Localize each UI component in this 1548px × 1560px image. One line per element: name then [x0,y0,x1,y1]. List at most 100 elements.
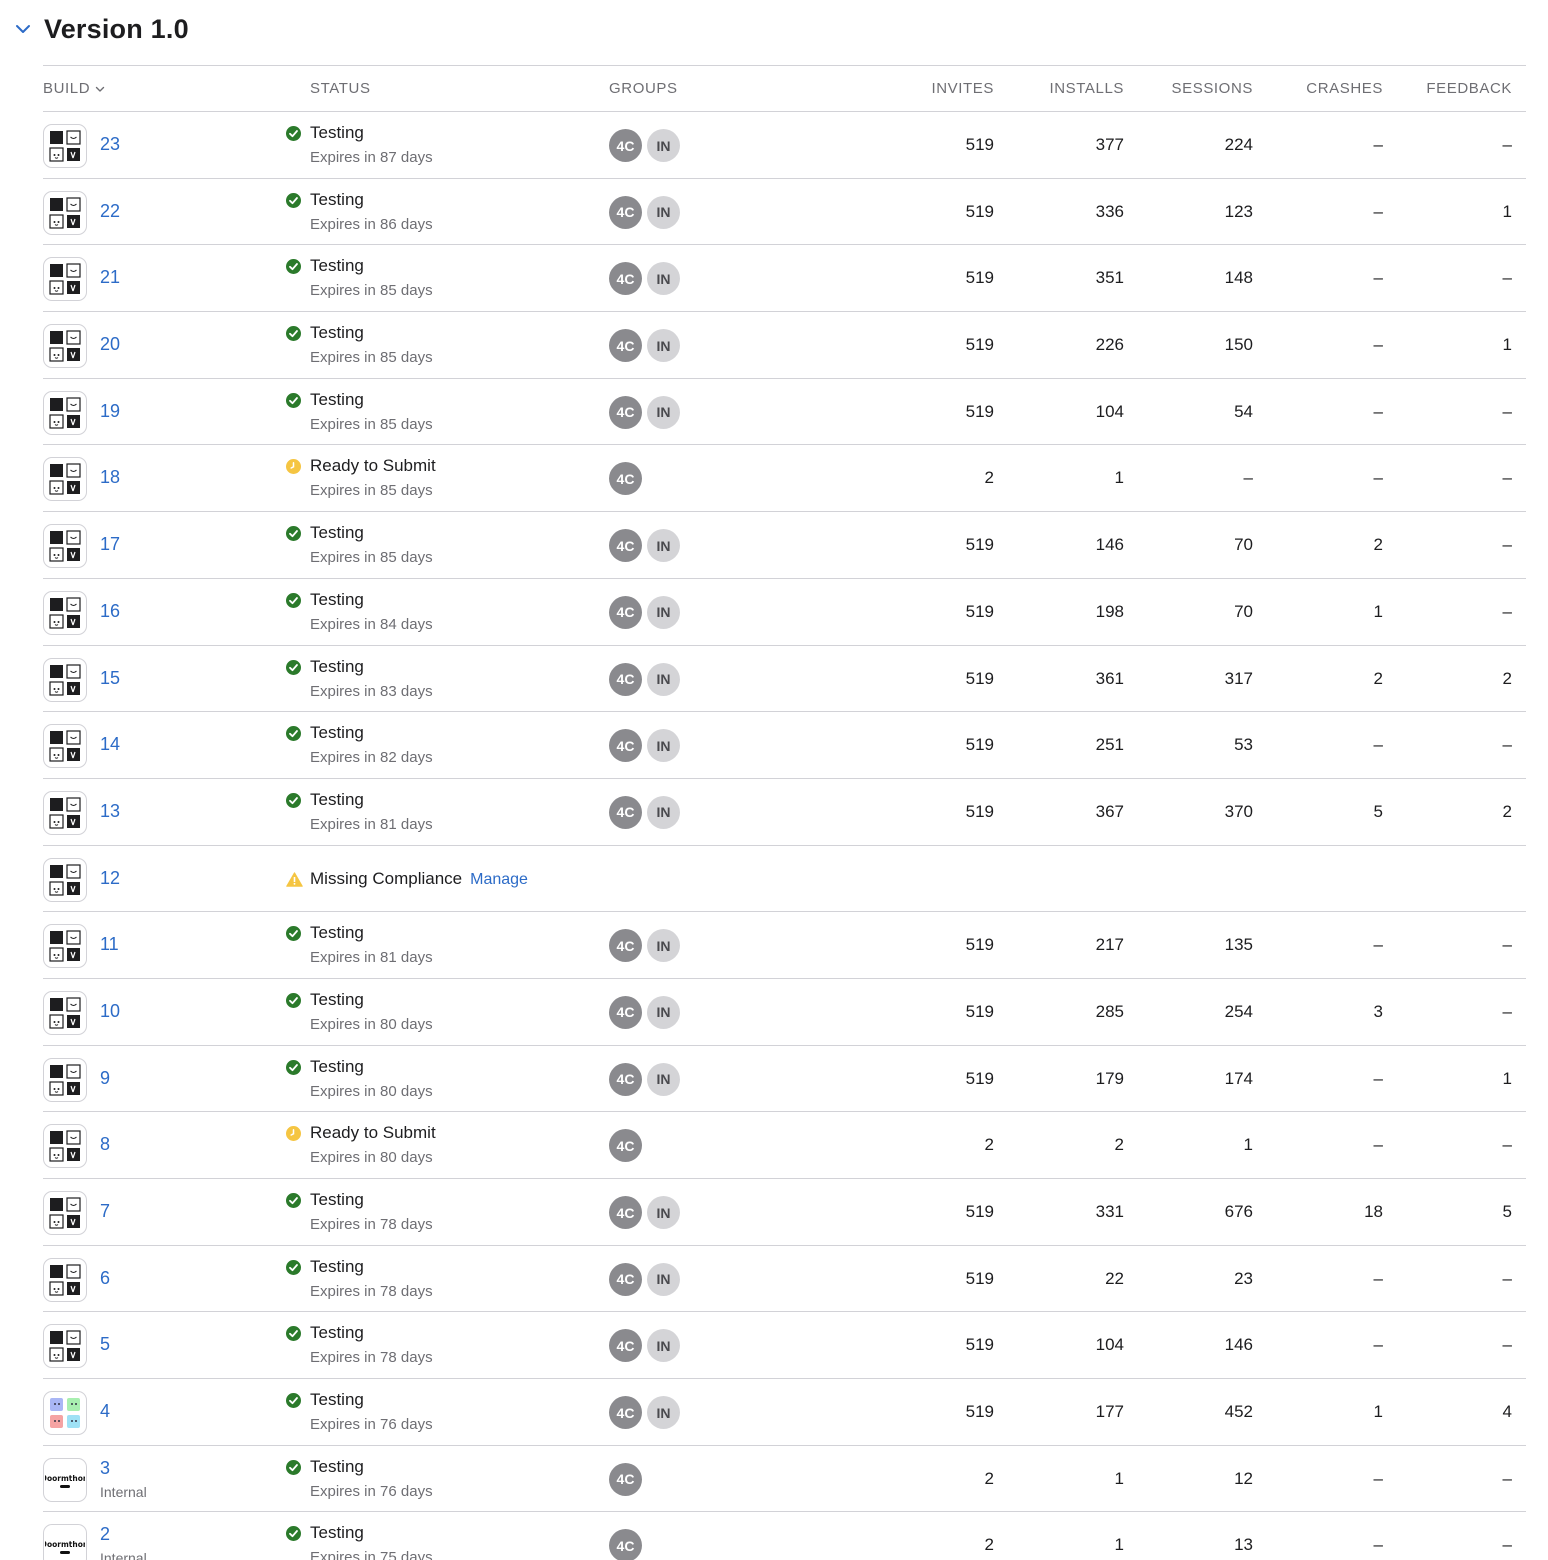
build-number-link[interactable]: 12 [100,868,120,889]
group-badge[interactable]: IN [647,395,680,429]
table-row[interactable]: 18 Ready to Submit Expires in 85 days 4C 2 1 –… [43,445,1526,513]
group-badge[interactable]: 4C [609,529,642,563]
build-number-link[interactable]: 22 [100,201,120,222]
table-row[interactable]: 17 Testing Expires in 85 days 4C IN 519 146 70 2… [43,512,1526,579]
table-row[interactable]: 19 Testing Expires in 85 days 4C IN 519 104 54 –… [43,379,1526,446]
table-row[interactable]: 21 Testing Expires in 85 days 4C IN 519 351 148… [43,245,1526,313]
group-badge[interactable]: 4C [609,195,642,229]
table-row[interactable]: 23 Testing Expires in 87 days 4C IN 519 377 224… [43,112,1526,179]
build-number-link[interactable]: 18 [100,467,120,488]
group-badge[interactable]: 4C [609,1262,642,1296]
table-row[interactable]: 5 Testing Expires in 78 days 4C IN 519 104 146 –… [43,1312,1526,1380]
build-number-link[interactable]: 11 [100,934,119,955]
group-badge[interactable]: 4C [609,795,642,829]
group-badge[interactable]: 4C [609,262,642,296]
group-badge[interactable]: IN [647,662,680,696]
status-label: Testing [310,323,364,343]
build-number-link[interactable]: 19 [100,401,120,422]
table-row[interactable]: 8 Ready to Submit Expires in 80 days 4C 2 2 1 –… [43,1112,1526,1179]
build-number-link[interactable]: 3 [100,1458,110,1479]
crashes-value: 1 [1373,601,1383,621]
group-badge[interactable]: IN [647,195,680,229]
build-number-link[interactable]: 10 [100,1001,120,1022]
table-row[interactable]: 13 Testing Expires in 81 days 4C IN 519 367 370… [43,779,1526,846]
app-icon-mono [43,1124,87,1169]
group-badge[interactable]: IN [647,262,680,296]
build-number-link[interactable]: 4 [100,1401,110,1422]
table-row[interactable]: 16 Testing Expires in 84 days 4C IN 519 198 70 1… [43,579,1526,646]
table-row[interactable]: 9oormthon 2 Internal Testing Expires in 75 d… [43,1512,1526,1560]
group-badge[interactable]: IN [647,129,680,162]
group-badge[interactable]: 4C [609,1529,642,1560]
build-number-link[interactable]: 17 [100,534,120,555]
installs-value: 336 [1095,201,1124,221]
group-badge[interactable]: IN [647,1329,680,1363]
group-badge[interactable]: 4C [609,1129,642,1163]
manage-compliance-link[interactable]: Manage [470,871,528,888]
version-section-header[interactable]: Version 1.0 [14,10,189,48]
group-badge[interactable]: 4C [609,462,642,496]
group-badge[interactable]: IN [647,1196,680,1229]
table-row[interactable]: 6 Testing Expires in 78 days 4C IN 519 22 23 – – [43,1246,1526,1313]
group-badge[interactable]: IN [647,995,680,1029]
group-badge[interactable]: 4C [609,1196,642,1229]
group-badge[interactable]: 4C [609,595,642,629]
group-badge[interactable]: IN [647,1396,680,1430]
table-row[interactable]: 7 Testing Expires in 78 days 4C IN 519 331 676 1… [43,1179,1526,1246]
build-number-link[interactable]: 16 [100,601,120,622]
table-row[interactable]: 22 Testing Expires in 86 days 4C IN 519 336 123… [43,179,1526,246]
build-number-link[interactable]: 21 [100,267,120,288]
table-row[interactable]: 9oormthon 3 Internal Testing Expires in 76 d… [43,1446,1526,1513]
group-badges: 4C IN [609,1062,680,1096]
column-header-sessions: SESSIONS [1171,80,1253,97]
group-badge[interactable]: 4C [609,1396,642,1430]
group-badge[interactable]: 4C [609,929,642,963]
table-row[interactable]: 20 Testing Expires in 85 days 4C IN 519 226 150… [43,312,1526,379]
build-number-link[interactable]: 9 [100,1068,110,1089]
group-badge[interactable]: 4C [609,995,642,1029]
build-number-link[interactable]: 14 [100,734,120,755]
group-badge[interactable]: 4C [609,329,642,363]
table-row[interactable]: 4 Testing Expires in 76 days 4C IN 519 177 452 1… [43,1379,1526,1446]
table-row[interactable]: 9 Testing Expires in 80 days 4C IN 519 179 174 –… [43,1046,1526,1113]
build-number-link[interactable]: 23 [100,134,120,155]
feedback-value: – [1502,401,1512,421]
table-row[interactable]: 15 Testing Expires in 83 days 4C IN 519 361 317… [43,646,1526,713]
chevron-down-icon [16,25,30,33]
column-header-build[interactable]: BUILD [43,66,106,112]
build-number-link[interactable]: 6 [100,1268,110,1289]
table-row[interactable]: 14 Testing Expires in 82 days 4C IN 519 251 53 –… [43,712,1526,779]
build-number-link[interactable]: 5 [100,1334,110,1355]
build-number-link[interactable]: 20 [100,334,120,355]
status-text: Testing [310,256,364,276]
table-row[interactable]: 10 Testing Expires in 80 days 4C IN 519 285 254… [43,979,1526,1046]
build-number-link[interactable]: 8 [100,1134,110,1155]
group-badge[interactable]: IN [647,929,680,963]
group-badge[interactable]: IN [647,795,680,829]
group-badge[interactable]: 4C [609,662,642,696]
group-badge[interactable]: 4C [609,129,642,162]
group-badge[interactable]: IN [647,529,680,563]
invites-value: 519 [965,1202,994,1221]
group-badge[interactable]: IN [647,595,680,629]
build-number-link[interactable]: 15 [100,668,120,689]
feedback-value: – [1502,935,1512,955]
group-badge[interactable]: 4C [609,395,642,429]
group-badge[interactable]: 4C [609,1462,642,1496]
build-number-link[interactable]: 2 [100,1524,110,1545]
group-badge[interactable]: 4C [609,1062,642,1096]
feedback-value: 5 [1502,1202,1512,1221]
group-badge[interactable]: 4C [609,1329,642,1363]
table-row[interactable]: 11 Testing Expires in 81 days 4C IN 519 217 135… [43,912,1526,979]
group-badge[interactable]: IN [647,329,680,363]
group-badge[interactable]: 4C [609,729,642,763]
feedback-value: 2 [1502,801,1512,821]
group-badge[interactable]: IN [647,729,680,763]
status-label: Testing [310,790,364,810]
table-row[interactable]: 12 Missing Compliance Manage [43,846,1526,913]
group-badge[interactable]: IN [647,1062,680,1096]
group-badge[interactable]: IN [647,1262,680,1296]
status-label: Testing [310,657,364,677]
build-number-link[interactable]: 13 [100,801,120,822]
build-number-link[interactable]: 7 [100,1201,110,1222]
